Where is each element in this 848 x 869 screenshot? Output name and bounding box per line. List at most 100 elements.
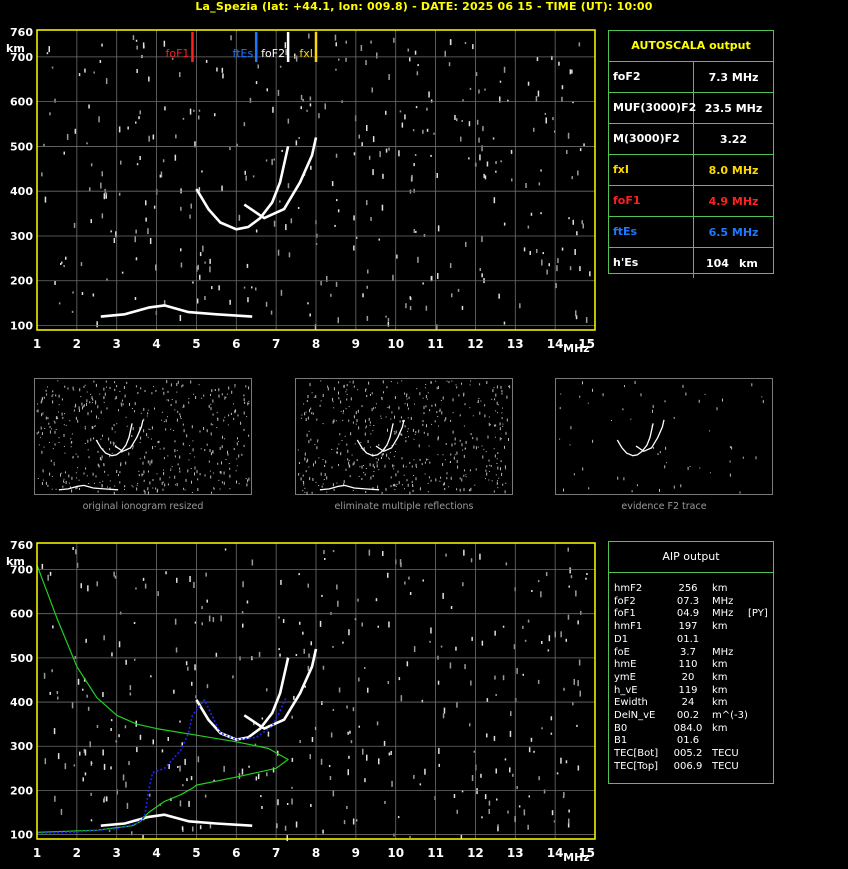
thumbnail-noise	[194, 472, 195, 476]
noise-dot	[398, 677, 401, 681]
thumbnail-noise	[167, 483, 169, 486]
thumbnail-noise	[221, 481, 223, 484]
noise-dot	[527, 225, 530, 229]
noise-dot	[252, 175, 255, 178]
noise-dot	[150, 675, 152, 678]
thumbnail-noise	[452, 430, 454, 434]
noise-dot	[300, 94, 303, 100]
thumbnail-noise	[321, 485, 323, 488]
noise-dot	[443, 707, 446, 714]
noise-dot	[400, 562, 402, 568]
thumbnail-noise	[469, 469, 471, 472]
thumbnail-noise	[114, 381, 116, 384]
noise-dot	[148, 76, 150, 82]
thumbnail-noise	[204, 449, 206, 451]
noise-dot	[438, 748, 440, 754]
trace-series-0	[195, 657, 290, 741]
thumbnail-noise	[484, 414, 486, 418]
thumbnail-noise	[107, 486, 108, 488]
thumbnail-noise	[142, 461, 144, 465]
noise-dot	[414, 154, 417, 156]
thumbnail-noise	[197, 488, 199, 491]
thumbnail-noise	[320, 380, 322, 382]
thumbnail-noise	[167, 399, 169, 402]
thumbnail-noise	[93, 437, 95, 440]
thumbnail-noise	[109, 480, 111, 482]
noise-dot	[393, 833, 395, 837]
noise-dot	[465, 241, 467, 247]
thumbnail-noise	[473, 445, 475, 449]
thumbnail-noise	[631, 490, 633, 493]
thumbnail-noise	[357, 389, 359, 391]
thumbnail-noise	[490, 464, 492, 467]
thumbnail-noise	[163, 472, 165, 476]
thumbnail-noise	[64, 452, 66, 454]
noise-dot	[242, 581, 244, 588]
thumbnail-noise	[315, 481, 317, 483]
thumbnail-noise	[198, 384, 200, 386]
thumbnail-noise	[142, 473, 144, 475]
thumbnail-noise	[454, 437, 456, 441]
thumbnail-noise	[326, 491, 328, 493]
noise-dot	[516, 786, 518, 790]
thumbnail-noise	[150, 461, 152, 463]
thumbnail-noise	[225, 396, 227, 398]
thumbnail-noise	[213, 487, 214, 489]
noise-dot	[51, 669, 53, 673]
noise-dot	[568, 809, 570, 813]
thumbnail-noise	[611, 420, 612, 421]
noise-dot	[101, 213, 104, 219]
x-tick-label: 7	[272, 846, 280, 860]
thumbnail-noise	[336, 447, 338, 450]
autoscala-rows: foF2 7.3 MHz MUF(3000)F2 23.5 MHz M(3000)F2 3…	[609, 62, 773, 278]
noise-dot	[425, 305, 428, 311]
x-tick-label: 4	[152, 337, 160, 351]
thumbnail-noise	[227, 450, 228, 454]
noise-dot	[58, 302, 61, 305]
thumbnail-noise	[474, 484, 476, 486]
x-tick-label: 1	[33, 337, 41, 351]
thumbnail-noise	[201, 397, 203, 399]
thumbnail-noise	[465, 474, 467, 476]
thumbnail-noise	[162, 387, 164, 390]
autoscala-row: ftEs 6.5 MHz	[609, 217, 773, 248]
noise-dot	[57, 696, 59, 700]
noise-dot	[362, 748, 364, 755]
thumbnail-noise	[53, 462, 55, 464]
noise-dot	[46, 52, 49, 55]
thumbnail-noise	[51, 428, 52, 430]
noise-dot	[201, 606, 203, 610]
aip-row: ymE 20 km	[614, 672, 773, 685]
thumbnail-noise	[236, 465, 238, 467]
noise-dot	[567, 547, 569, 552]
noise-dot	[194, 664, 196, 671]
thumbnail-noise	[352, 490, 354, 491]
noise-dot	[52, 625, 54, 629]
noise-dot	[142, 577, 145, 581]
aip-value: 00.2	[676, 710, 700, 722]
noise-dot	[287, 118, 290, 124]
thumbnail-noise	[89, 401, 91, 404]
noise-dot	[308, 653, 310, 658]
thumbnail-noise	[412, 485, 414, 487]
noise-dot	[475, 72, 478, 77]
noise-dot	[533, 750, 535, 753]
thumbnail-noise	[38, 444, 40, 446]
noise-dot	[86, 694, 88, 698]
thumbnail-noise	[132, 486, 134, 488]
thumbnail-noise	[426, 458, 428, 461]
noise-dot	[99, 60, 102, 63]
noise-dot	[335, 68, 337, 71]
noise-dot	[396, 254, 398, 259]
thumbnail-noise	[148, 428, 150, 430]
noise-dot	[190, 776, 193, 781]
noise-dot	[182, 784, 184, 787]
thumbnail-noise	[381, 453, 383, 457]
thumbnail-noise	[488, 470, 490, 472]
thumbnail-noise	[343, 480, 345, 484]
thumbnail-noise	[41, 413, 43, 417]
aip-label: B0	[614, 722, 628, 734]
thumbnail-noise	[350, 397, 352, 401]
thumbnail-noise	[762, 400, 764, 404]
thumbnail-noise	[245, 385, 247, 388]
